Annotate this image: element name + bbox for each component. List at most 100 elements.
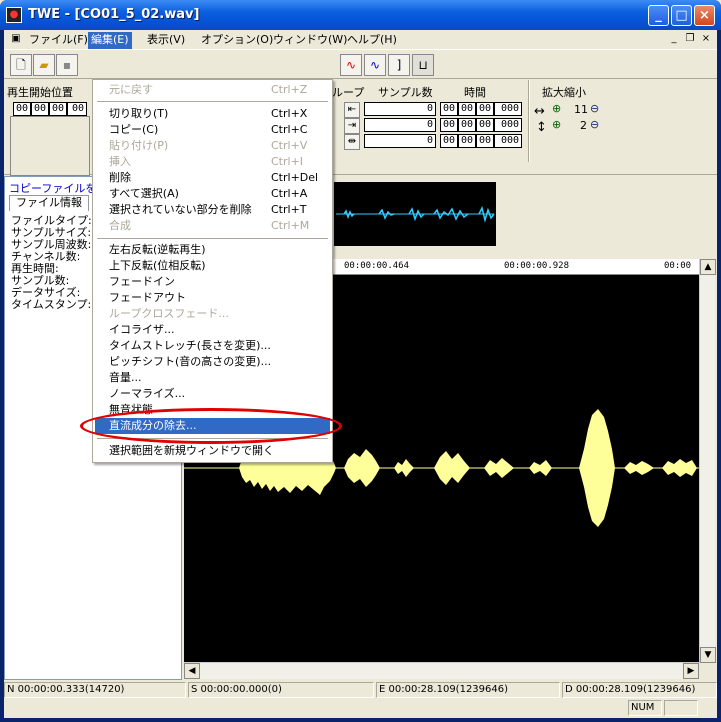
sample-count-label: サンプル数 <box>378 86 433 99</box>
right-arrow-icon[interactable]: ⇥ <box>344 118 360 134</box>
menu-fade-in[interactable]: フェードイン <box>95 274 330 290</box>
start-pos-field[interactable]: 00 <box>31 102 49 116</box>
menu-options[interactable]: オプション(O) <box>198 32 276 49</box>
zoom-v-value: 2 <box>580 119 587 132</box>
title-bar[interactable]: ● TWE - [CO01_5_02.wav] _ □ × <box>0 0 721 30</box>
time-field[interactable]: 00 <box>440 118 458 132</box>
menu-paste[interactable]: 貼り付け(P) Ctrl+V <box>95 138 330 154</box>
start-pos-field[interactable]: 00 <box>49 102 67 116</box>
menu-delete-unselected[interactable]: 選択されていない部分を削除 Ctrl+T <box>95 202 330 218</box>
open-folder-icon[interactable]: ▰ <box>33 54 55 76</box>
document-icon[interactable]: ▣ <box>8 33 24 47</box>
time-field[interactable]: 00 <box>458 102 476 116</box>
menu-time-stretch[interactable]: タイムストレッチ(長さを変更)... <box>95 338 330 354</box>
close-button[interactable]: × <box>694 5 715 26</box>
status-start: S 00:00:00.000(0) <box>188 682 374 698</box>
time-field[interactable]: 00 <box>476 118 494 132</box>
scroll-up-icon[interactable]: ▲ <box>700 259 716 275</box>
menu-mix[interactable]: 合成 Ctrl+M <box>95 218 330 234</box>
menu-undo[interactable]: 元に戻す Ctrl+Z <box>95 82 330 98</box>
menu-volume[interactable]: 音量... <box>95 370 330 386</box>
vertical-scrollbar[interactable]: ▲ ▼ <box>699 259 716 663</box>
start-pos-field[interactable]: 00 <box>13 102 31 116</box>
red-wave-icon[interactable]: ∿ <box>340 54 362 76</box>
horizontal-zoom-icon: ↔ <box>534 104 545 119</box>
menu-file[interactable]: ファイル(F) <box>26 32 91 49</box>
new-file-icon[interactable]: 🗋 <box>10 54 32 76</box>
scroll-down-icon[interactable]: ▼ <box>700 647 716 663</box>
menu-cut[interactable]: 切り取り(T) Ctrl+X <box>95 106 330 122</box>
overview-waveform[interactable] <box>334 182 496 246</box>
menu-separator <box>97 101 328 102</box>
timestamp-label: タイムスタンプ: <box>11 298 92 311</box>
zoom-out-icon[interactable]: ⊖ <box>590 102 599 115</box>
time-field[interactable]: 00 <box>476 134 494 148</box>
marker-icon[interactable]: ] <box>388 54 410 76</box>
zoom-in-icon[interactable]: ⊕ <box>552 102 561 115</box>
status-end: E 00:00:28.109(1239646) <box>376 682 560 698</box>
ruler-label: 00:00 <box>664 261 692 271</box>
save-icon[interactable]: ▪ <box>56 54 78 76</box>
status-now: N 00:00:00.333(14720) <box>4 682 186 698</box>
mdi-minimize-icon[interactable]: _ <box>666 33 682 47</box>
menu-view[interactable]: 表示(V) <box>144 32 188 49</box>
menu-window[interactable]: ウィンドウ(W) <box>270 32 350 49</box>
menu-invert[interactable]: 上下反転(位相反転) <box>95 258 330 274</box>
time-label: 時間 <box>464 86 486 99</box>
time-field[interactable]: 000 <box>494 102 522 116</box>
menu-copy[interactable]: コピー(C) Ctrl+C <box>95 122 330 138</box>
menu-normalize[interactable]: ノーマライズ... <box>95 386 330 402</box>
start-pos-field[interactable]: 00 <box>67 102 87 116</box>
sample-count-field[interactable]: 0 <box>364 134 436 148</box>
overview-wave-graphic <box>336 205 495 223</box>
blue-wave-icon[interactable]: ∿ <box>364 54 386 76</box>
time-field[interactable]: 00 <box>458 134 476 148</box>
menu-delete[interactable]: 削除 Ctrl+Del <box>95 170 330 186</box>
menu-open-selection-new-window[interactable]: 選択範囲を新規ウィンドウで開く <box>95 443 330 459</box>
scroll-left-icon[interactable]: ◀ <box>184 663 200 679</box>
left-arrow-icon[interactable]: ⇤ <box>344 102 360 118</box>
menu-loop-crossfade[interactable]: ループクロスフェード... <box>95 306 330 322</box>
menu-edit[interactable]: 編集(E) <box>88 32 132 49</box>
separator <box>528 80 530 162</box>
menu-bar: ▣ ファイル(F) 編集(E) 表示(V) オプション(O) ウィンドウ(W) … <box>4 30 717 50</box>
scroll-right-icon[interactable]: ▶ <box>683 663 699 679</box>
horizontal-scrollbar[interactable]: ◀ ▶ <box>184 662 699 679</box>
playback-start-label: 再生開始位置 <box>7 86 73 99</box>
loop-label: ループ <box>332 86 365 99</box>
edit-menu-dropdown: 元に戻す Ctrl+Z 切り取り(T) Ctrl+X コピー(C) Ctrl+C 貼り… <box>92 79 333 463</box>
menu-select-all[interactable]: すべて選択(A) Ctrl+A <box>95 186 330 202</box>
zoom-h-value: 11 <box>574 103 588 116</box>
time-field[interactable]: 00 <box>440 102 458 116</box>
menu-equalizer[interactable]: イコライザ... <box>95 322 330 338</box>
menu-help[interactable]: ヘルプ(H) <box>344 32 400 49</box>
menu-separator <box>97 238 328 239</box>
menu-reverse[interactable]: 左右反転(逆転再生) <box>95 242 330 258</box>
time-field[interactable]: 00 <box>476 102 494 116</box>
app-icon[interactable]: ● <box>6 7 22 23</box>
time-field[interactable]: 000 <box>494 118 522 132</box>
time-field[interactable]: 00 <box>458 118 476 132</box>
status-duration: D 00:00:28.109(1239646) <box>562 682 717 698</box>
ruler-label: 00:00:00.928 <box>504 261 570 271</box>
time-field[interactable]: 00 <box>440 134 458 148</box>
window-title: TWE - [CO01_5_02.wav] <box>28 7 200 22</box>
start-pos-box <box>10 116 90 176</box>
menu-insert[interactable]: 挿入 Ctrl+I <box>95 154 330 170</box>
both-arrow-icon[interactable]: ⇹ <box>344 134 360 150</box>
tab-file-info[interactable]: ファイル情報 <box>9 195 89 211</box>
sample-count-field[interactable]: 0 <box>364 102 436 116</box>
minimize-button[interactable]: _ <box>648 5 669 26</box>
sample-count-field[interactable]: 0 <box>364 118 436 132</box>
menu-fade-out[interactable]: フェードアウト <box>95 290 330 306</box>
mdi-restore-icon[interactable]: ❐ <box>682 33 698 47</box>
mdi-close-icon[interactable]: × <box>698 33 714 47</box>
status-bar: N 00:00:00.333(14720) S 00:00:00.000(0) … <box>4 680 717 718</box>
ruler-toggle-icon[interactable]: ⊔ <box>412 54 434 76</box>
zoom-in-icon[interactable]: ⊕ <box>552 118 561 131</box>
maximize-button[interactable]: □ <box>671 5 692 26</box>
ruler-label: 00:00:00.464 <box>344 261 410 271</box>
zoom-out-icon[interactable]: ⊖ <box>590 118 599 131</box>
menu-pitch-shift[interactable]: ピッチシフト(音の高さの変更)... <box>95 354 330 370</box>
time-field[interactable]: 000 <box>494 134 522 148</box>
